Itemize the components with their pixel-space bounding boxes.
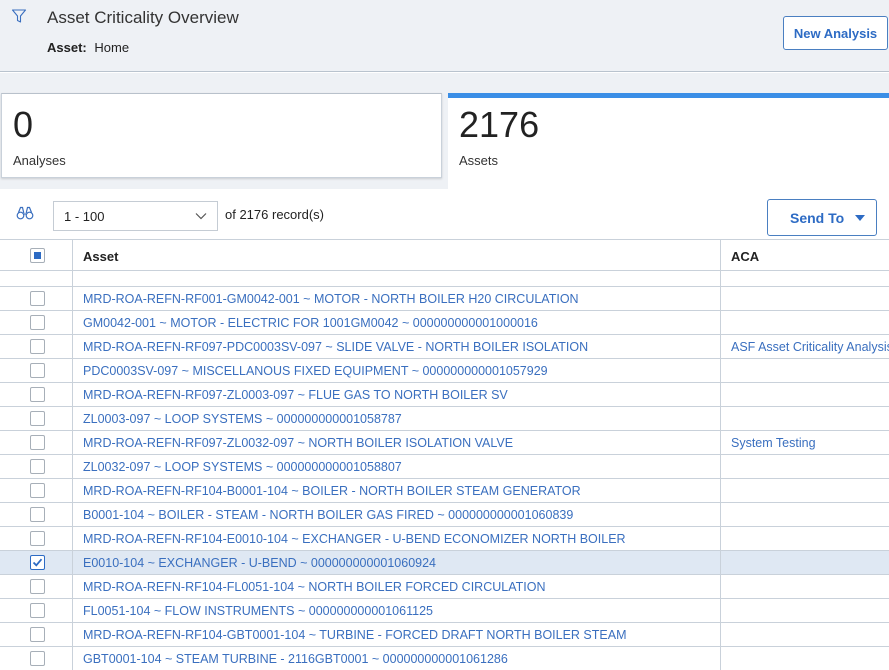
- assets-grid: Asset ACA MRD-ROA-REFN-RF001-GM0042-001 …: [0, 239, 889, 670]
- table-row[interactable]: MRD-ROA-REFN-RF104-E0010-104 ~ EXCHANGER…: [0, 527, 889, 551]
- table-row[interactable]: MRD-ROA-REFN-RF001-GM0042-001 ~ MOTOR - …: [0, 287, 889, 311]
- table-row[interactable]: MRD-ROA-REFN-RF097-ZL0003-097 ~ FLUE GAS…: [0, 383, 889, 407]
- row-checkbox[interactable]: [30, 507, 45, 522]
- asset-link[interactable]: MRD-ROA-REFN-RF104-B0001-104 ~ BOILER - …: [83, 484, 581, 498]
- row-checkbox[interactable]: [30, 411, 45, 426]
- caret-down-icon: [855, 215, 865, 221]
- page-title: Asset Criticality Overview: [47, 8, 239, 27]
- table-row[interactable]: MRD-ROA-REFN-RF104-FL0051-104 ~ NORTH BO…: [0, 575, 889, 599]
- filter-row: [0, 271, 889, 287]
- assets-count: 2176: [459, 104, 540, 145]
- new-analysis-button[interactable]: New Analysis: [783, 16, 888, 50]
- table-row[interactable]: MRD-ROA-REFN-RF104-GBT0001-104 ~ TURBINE…: [0, 623, 889, 647]
- asset-link[interactable]: MRD-ROA-REFN-RF097-ZL0003-097 ~ FLUE GAS…: [83, 388, 508, 402]
- aca-link[interactable]: ASF Asset Criticality Analysis: [731, 340, 889, 354]
- asset-link[interactable]: ZL0032-097 ~ LOOP SYSTEMS ~ 000000000001…: [83, 460, 402, 474]
- row-checkbox[interactable]: [30, 291, 45, 306]
- page-header: Asset Criticality Overview Asset: Home N…: [0, 0, 889, 72]
- analyses-tile[interactable]: 0 Analyses: [1, 93, 442, 178]
- table-row[interactable]: GBT0001-104 ~ STEAM TURBINE - 2116GBT000…: [0, 647, 889, 670]
- asset-link[interactable]: MRD-ROA-REFN-RF104-E0010-104 ~ EXCHANGER…: [83, 532, 626, 546]
- asset-link[interactable]: MRD-ROA-REFN-RF097-ZL0032-097 ~ NORTH BO…: [83, 436, 513, 450]
- row-checkbox[interactable]: [30, 459, 45, 474]
- select-all-checkbox[interactable]: [30, 248, 45, 263]
- asset-link[interactable]: E0010-104 ~ EXCHANGER - U-BEND ~ 0000000…: [83, 556, 436, 570]
- breadcrumb: Asset: Home: [47, 40, 129, 55]
- asset-label: Asset:: [47, 40, 87, 55]
- asset-link[interactable]: MRD-ROA-REFN-RF001-GM0042-001 ~ MOTOR - …: [83, 292, 579, 306]
- row-checkbox[interactable]: [30, 435, 45, 450]
- column-divider: [72, 239, 73, 670]
- row-checkbox[interactable]: [30, 651, 45, 666]
- asset-value: Home: [94, 40, 130, 55]
- row-checkbox[interactable]: [30, 315, 45, 330]
- row-checkbox[interactable]: [30, 387, 45, 402]
- table-row[interactable]: MRD-ROA-REFN-RF104-B0001-104 ~ BOILER - …: [0, 479, 889, 503]
- row-checkbox[interactable]: [30, 555, 45, 570]
- asset-link[interactable]: GBT0001-104 ~ STEAM TURBINE - 2116GBT000…: [83, 652, 508, 666]
- table-row[interactable]: MRD-ROA-REFN-RF097-PDC0003SV-097 ~ SLIDE…: [0, 335, 889, 359]
- asset-link[interactable]: PDC0003SV-097 ~ MISCELLANOUS FIXED EQUIP…: [83, 364, 548, 378]
- asset-link[interactable]: MRD-ROA-REFN-RF104-FL0051-104 ~ NORTH BO…: [83, 580, 545, 594]
- asset-link[interactable]: GM0042-001 ~ MOTOR - ELECTRIC FOR 1001GM…: [83, 316, 538, 330]
- table-row[interactable]: ZL0032-097 ~ LOOP SYSTEMS ~ 000000000001…: [0, 455, 889, 479]
- asset-link[interactable]: ZL0003-097 ~ LOOP SYSTEMS ~ 000000000001…: [83, 412, 402, 426]
- row-checkbox[interactable]: [30, 339, 45, 354]
- asset-link[interactable]: B0001-104 ~ BOILER - STEAM - NORTH BOILE…: [83, 508, 573, 522]
- table-row[interactable]: PDC0003SV-097 ~ MISCELLANOUS FIXED EQUIP…: [0, 359, 889, 383]
- asset-link[interactable]: FL0051-104 ~ FLOW INSTRUMENTS ~ 00000000…: [83, 604, 433, 618]
- page-range-value: 1 - 100: [64, 209, 105, 224]
- analyses-label: Analyses: [13, 153, 66, 168]
- table-row[interactable]: MRD-ROA-REFN-RF097-ZL0032-097 ~ NORTH BO…: [0, 431, 889, 455]
- table-row[interactable]: B0001-104 ~ BOILER - STEAM - NORTH BOILE…: [0, 503, 889, 527]
- aca-link[interactable]: System Testing: [731, 436, 889, 450]
- row-checkbox[interactable]: [30, 531, 45, 546]
- table-row[interactable]: FL0051-104 ~ FLOW INSTRUMENTS ~ 00000000…: [0, 599, 889, 623]
- column-header-aca[interactable]: ACA: [731, 249, 759, 264]
- row-checkbox[interactable]: [30, 363, 45, 378]
- row-checkbox[interactable]: [30, 579, 45, 594]
- column-divider: [720, 239, 721, 670]
- send-to-button[interactable]: Send To: [767, 199, 877, 236]
- table-row[interactable]: ZL0003-097 ~ LOOP SYSTEMS ~ 000000000001…: [0, 407, 889, 431]
- row-checkbox[interactable]: [30, 483, 45, 498]
- analyses-count: 0: [13, 104, 34, 145]
- asset-link[interactable]: MRD-ROA-REFN-RF097-PDC0003SV-097 ~ SLIDE…: [83, 340, 588, 354]
- assets-label: Assets: [459, 153, 499, 168]
- chevron-down-icon: [195, 213, 207, 220]
- grid-header: Asset ACA: [0, 239, 889, 271]
- filter-icon[interactable]: [11, 8, 27, 24]
- binoculars-icon[interactable]: [16, 206, 34, 220]
- partial-check-icon: [34, 252, 41, 259]
- asset-link[interactable]: MRD-ROA-REFN-RF104-GBT0001-104 ~ TURBINE…: [83, 628, 627, 642]
- grid-toolbar: 1 - 100 of 2176 record(s) Send To: [0, 189, 889, 239]
- page-range-select[interactable]: 1 - 100: [53, 201, 218, 231]
- record-count: of 2176 record(s): [225, 207, 324, 222]
- row-checkbox[interactable]: [30, 627, 45, 642]
- column-header-asset[interactable]: Asset: [83, 249, 118, 264]
- table-row[interactable]: GM0042-001 ~ MOTOR - ELECTRIC FOR 1001GM…: [0, 311, 889, 335]
- assets-tile[interactable]: 2176 Assets: [448, 93, 889, 189]
- row-checkbox[interactable]: [30, 603, 45, 618]
- table-row[interactable]: E0010-104 ~ EXCHANGER - U-BEND ~ 0000000…: [0, 551, 889, 575]
- checkmark-icon: [32, 558, 43, 567]
- send-to-label: Send To: [790, 210, 845, 226]
